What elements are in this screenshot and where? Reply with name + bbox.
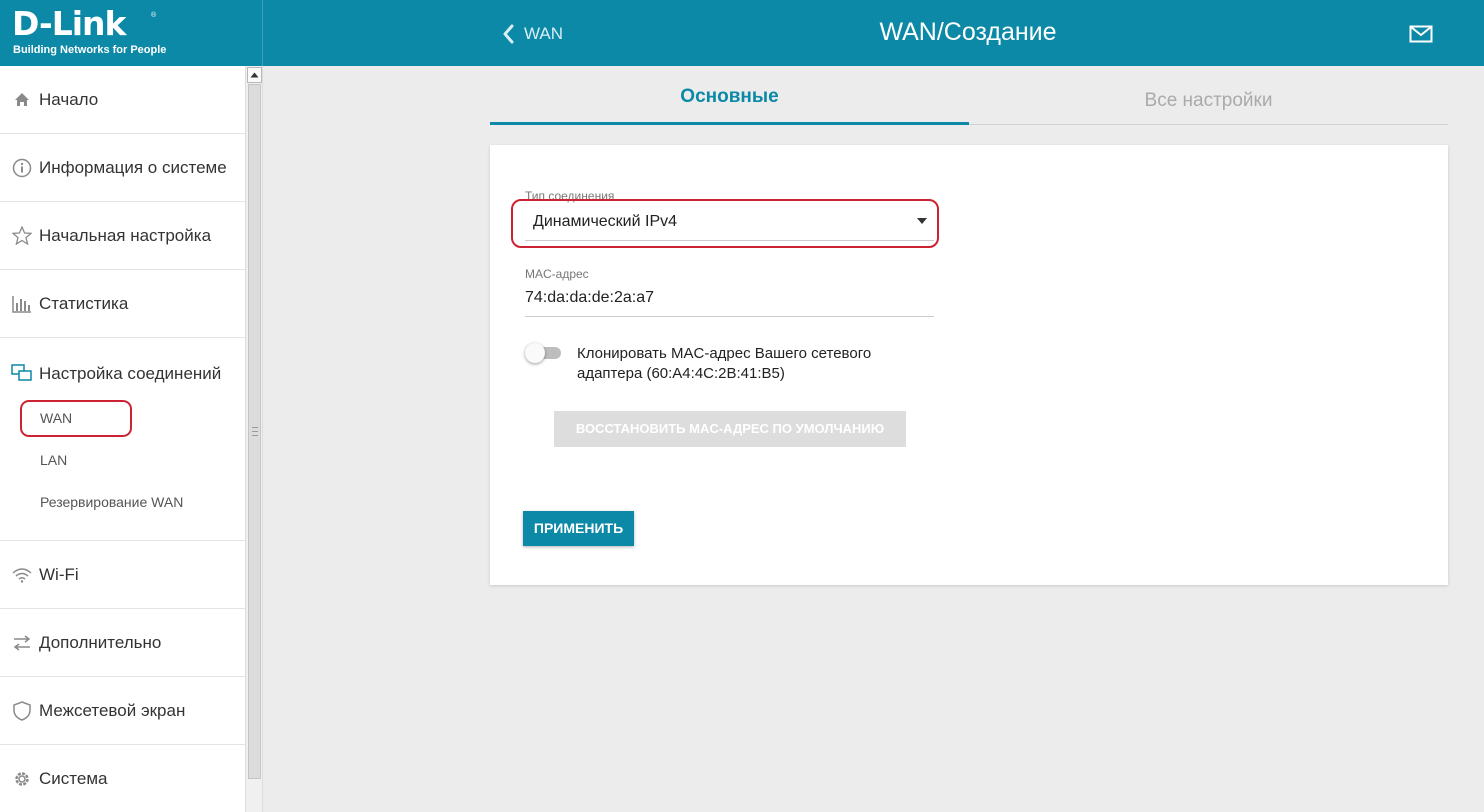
scroll-grip (252, 427, 258, 436)
sidebar-item-connections[interactable]: Настройка соединений (0, 338, 245, 541)
page-title: WAN/Создание (879, 18, 1057, 46)
sidebar-item-system-info[interactable]: Информация о системе (0, 134, 245, 202)
mac-underline (525, 316, 934, 317)
apply-button[interactable]: ПРИМЕНИТЬ (523, 511, 634, 546)
back-label: WAN (524, 24, 564, 43)
dlink-logo[interactable]: D-Link ® Building Networks for People (0, 0, 263, 66)
sidebar-item-label: Межсетевой экран (39, 700, 186, 720)
sidebar-item-wifi[interactable]: Wi-Fi (0, 541, 245, 609)
tab-all-settings[interactable]: Все настройки (969, 90, 1448, 112)
mail-icon[interactable] (1409, 25, 1435, 50)
sidebar-subitem-lan[interactable]: LAN (40, 452, 67, 468)
wan-form-card: Тип соединения Динамический IPv4 MAC-адр… (490, 145, 1448, 585)
toggle-knob (525, 343, 545, 363)
arrow-up-icon (250, 72, 259, 78)
sidebar-item-label: Дополнительно (39, 632, 162, 652)
sidebar-item-label: Настройка соединений (39, 364, 222, 383)
sidebar-subitem-wan[interactable]: WAN (40, 410, 72, 426)
logo-text: D-Link (12, 4, 126, 43)
transfer-arrows-icon (0, 634, 39, 651)
sidebar-item-firewall[interactable]: Межсетевой экран (0, 677, 245, 745)
connections-icon (0, 364, 39, 382)
info-icon (0, 158, 39, 178)
sidebar-item-label: Wi-Fi (39, 564, 79, 584)
wan-highlight-outline (20, 400, 132, 437)
clone-mac-label: Клонировать MAC-адрес Вашего сетевого ад… (577, 345, 872, 382)
sidebar-item-system[interactable]: Система (0, 745, 245, 812)
select-underline (525, 240, 934, 241)
sidebar: Начало Информация о системе Начальная на… (0, 66, 263, 812)
caret-down-icon[interactable] (917, 218, 927, 224)
restore-default-mac-button[interactable]: ВОССТАНОВИТЬ MAC-АДРЕС ПО УМОЛЧАНИЮ (554, 411, 906, 447)
gear-icon (0, 769, 39, 789)
mac-address-input[interactable]: 74:da:da:de:2a:a7 (525, 289, 654, 307)
sidebar-item-home[interactable]: Начало (0, 66, 245, 134)
mac-address-label: MAC-адрес (525, 267, 589, 281)
sidebar-item-label: Начальная настройка (39, 225, 212, 245)
sidebar-scrollbar[interactable] (245, 66, 262, 812)
bar-chart-icon (0, 295, 39, 313)
logo-tagline: Building Networks for People (13, 44, 167, 56)
connection-type-value: Динамический IPv4 (533, 213, 678, 230)
star-icon (0, 226, 39, 245)
active-tab-indicator (490, 122, 969, 125)
scroll-up-button[interactable] (247, 67, 262, 83)
scroll-thumb[interactable] (248, 84, 261, 779)
sidebar-item-label: Информация о системе (39, 157, 227, 177)
sidebar-subitem-wan-backup[interactable]: Резервирование WAN (40, 494, 183, 510)
back-button[interactable]: WAN (502, 20, 563, 48)
sidebar-item-label: Начало (39, 89, 99, 109)
tab-basic[interactable]: Основные (490, 86, 969, 108)
sidebar-item-advanced[interactable]: Дополнительно (0, 609, 245, 677)
sidebar-item-statistics[interactable]: Статистика (0, 270, 245, 338)
sidebar-item-initial-setup[interactable]: Начальная настройка (0, 202, 245, 270)
registered-mark: ® (151, 12, 157, 19)
sidebar-item-label: Статистика (39, 293, 129, 313)
shield-icon (0, 700, 39, 721)
clone-mac-toggle[interactable] (525, 343, 563, 363)
chevron-left-icon (502, 24, 514, 44)
sidebar-item-label: Система (39, 768, 108, 788)
top-header: D-Link ® Building Networks for People WA… (0, 0, 1484, 66)
wifi-icon (0, 567, 39, 583)
home-icon (0, 92, 39, 107)
